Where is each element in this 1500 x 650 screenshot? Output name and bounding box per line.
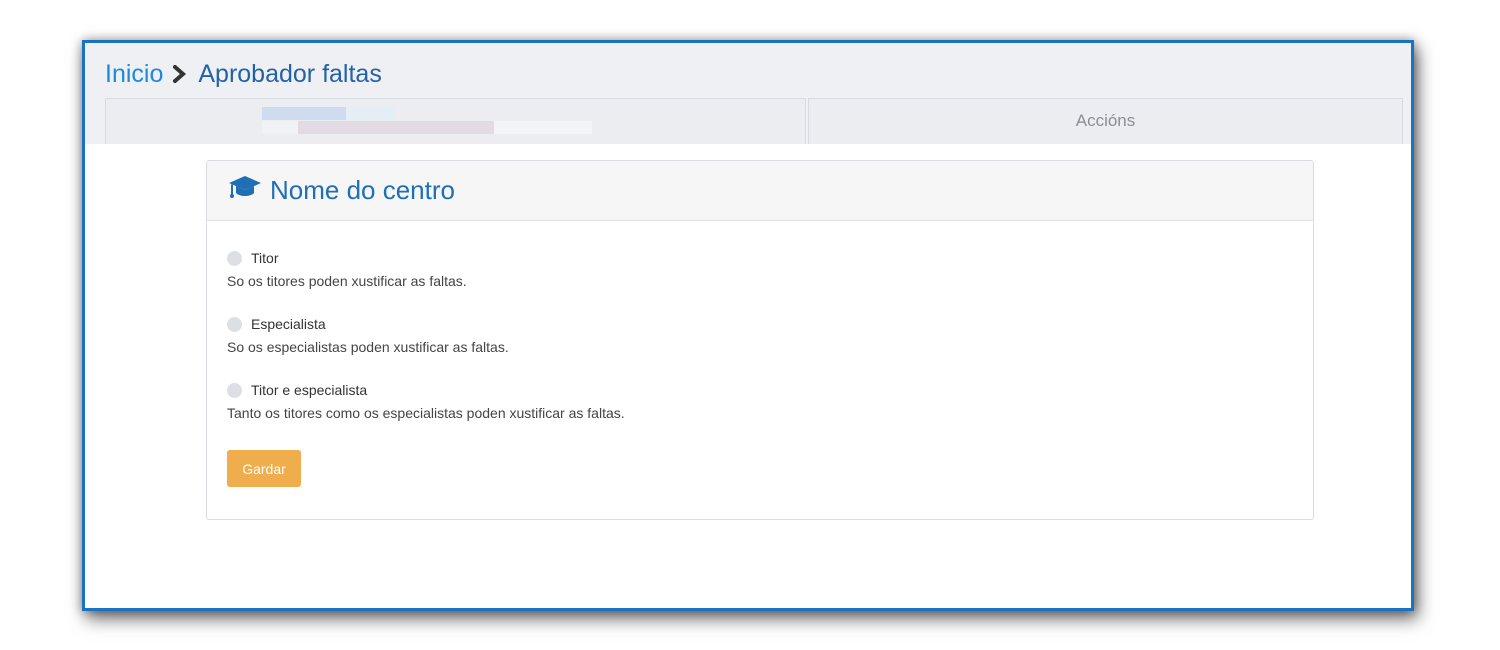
save-button[interactable]: Gardar	[227, 450, 301, 487]
center-panel: Nome do centro Titor So os titores poden…	[206, 160, 1314, 520]
option-titor: Titor So os titores poden xustificar as …	[227, 248, 1293, 290]
breadcrumb-home-link[interactable]: Inicio	[105, 57, 163, 91]
tab-actions-label: Accións	[1075, 111, 1136, 130]
tab-actions[interactable]: Accións	[808, 98, 1403, 144]
radio-titor-e-especialista[interactable]	[227, 382, 242, 398]
top-bar: Inicio Aprobador faltas Accións	[85, 43, 1411, 144]
radio-titor[interactable]	[227, 250, 242, 266]
radio-row-titor-e-especialista[interactable]: Titor e especialista	[227, 380, 1293, 400]
radio-especialista[interactable]	[227, 316, 242, 332]
radio-label-titor-e-especialista[interactable]: Titor e especialista	[251, 382, 367, 398]
radio-label-especialista[interactable]: Especialista	[251, 316, 326, 332]
radio-label-titor[interactable]: Titor	[251, 250, 278, 266]
option-titor-e-especialista: Titor e especialista Tanto os titores co…	[227, 380, 1293, 422]
option-description-especialista: So os especialistas poden xustificar as …	[227, 339, 509, 355]
panel-title: Nome do centro	[270, 175, 455, 205]
graduation-cap-icon	[228, 175, 262, 206]
radio-row-especialista[interactable]: Especialista	[227, 314, 1293, 334]
radio-row-titor[interactable]: Titor	[227, 248, 1293, 268]
tab-user[interactable]	[105, 98, 806, 144]
option-especialista: Especialista So os especialistas poden x…	[227, 314, 1293, 356]
panel-body: Titor So os titores poden xustificar as …	[207, 221, 1313, 487]
app-window: Inicio Aprobador faltas Accións Nome do …	[82, 40, 1414, 611]
breadcrumb-current: Aprobador faltas	[198, 60, 382, 88]
panel-header: Nome do centro	[207, 161, 1313, 221]
option-description-titor: So os titores poden xustificar as faltas…	[227, 273, 467, 289]
chevron-right-icon	[173, 57, 190, 91]
breadcrumb: Inicio Aprobador faltas	[105, 57, 382, 91]
option-description-titor-e-especialista: Tanto os titores como os especialistas p…	[227, 405, 625, 421]
